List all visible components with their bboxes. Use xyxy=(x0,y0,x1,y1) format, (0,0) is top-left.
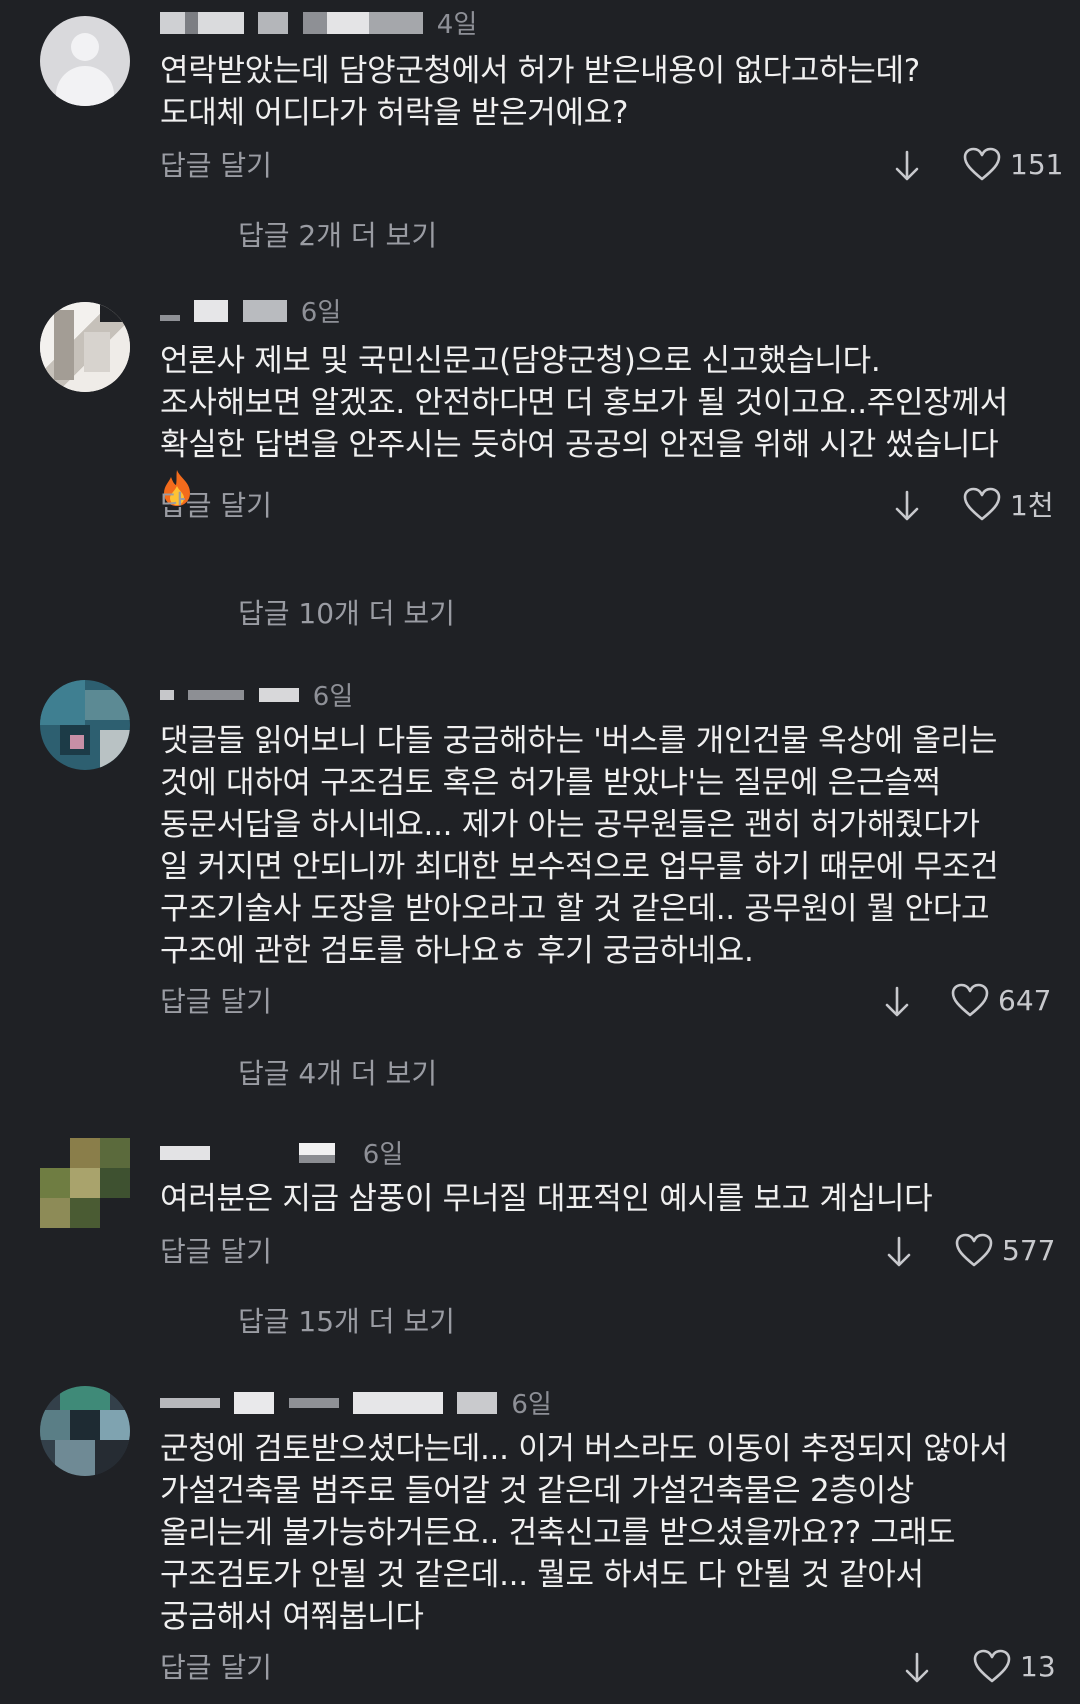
view-more-replies[interactable]: 답글 4개 더 보기 xyxy=(238,1052,437,1092)
reply-button[interactable]: 답글 달기 xyxy=(160,484,272,524)
avatar[interactable] xyxy=(40,1386,130,1476)
reply-button[interactable]: 답글 달기 xyxy=(160,1230,272,1270)
like-count: 577 xyxy=(1002,1233,1056,1267)
username-redacted xyxy=(160,689,174,700)
dislike-arrow-icon[interactable] xyxy=(882,1232,916,1272)
like-button[interactable]: 577 xyxy=(954,1230,1055,1270)
username-redacted xyxy=(160,314,180,321)
avatar[interactable] xyxy=(40,1138,130,1228)
heart-icon xyxy=(955,1233,993,1267)
comment-meta: 6일 xyxy=(160,676,353,712)
view-more-replies[interactable]: 답글 15개 더 보기 xyxy=(238,1300,455,1340)
comment-meta: 6일 xyxy=(160,292,341,328)
comment-time: 6일 xyxy=(312,682,354,712)
comment-time: 6일 xyxy=(300,298,342,328)
username-redacted xyxy=(160,11,244,34)
comment-time: 6일 xyxy=(511,1390,552,1420)
comment-meta: 6일 xyxy=(160,1134,403,1170)
username-redacted xyxy=(160,1397,220,1408)
reply-button[interactable]: 답글 달기 xyxy=(160,144,272,184)
avatar[interactable] xyxy=(40,16,130,106)
like-count: 1천 xyxy=(1010,489,1054,522)
comment-text: 연락받았는데 담양군청에서 허가 받은내용이 없다고하는데? 도대체 어디다가 … xyxy=(160,53,920,131)
comment-time: 6일 xyxy=(362,1140,404,1170)
comment-meta: 6일 xyxy=(160,1384,552,1420)
heart-icon xyxy=(951,983,989,1017)
heart-icon xyxy=(963,147,1001,181)
view-more-replies[interactable]: 답글 2개 더 보기 xyxy=(238,214,437,254)
dislike-arrow-icon[interactable] xyxy=(890,146,924,186)
comment-text: 언론사 제보 및 국민신문고(담양군청)으로 신고했습니다. 조사해보면 알겠죠… xyxy=(160,340,1060,508)
comment-time: 4일 xyxy=(436,10,478,40)
dislike-arrow-icon[interactable] xyxy=(880,982,914,1022)
dislike-arrow-icon[interactable] xyxy=(890,486,924,526)
view-more-replies[interactable]: 답글 10개 더 보기 xyxy=(238,592,455,632)
comment-text: 여러분은 지금 삼풍이 무너질 대표적인 예시를 보고 계십니다 xyxy=(160,1181,933,1217)
comment-text: 군청에 검토받으셨다는데... 이거 버스라도 이동이 추정되지 않아서 가설건… xyxy=(160,1431,1008,1635)
reply-button[interactable]: 답글 달기 xyxy=(160,980,272,1020)
like-button[interactable]: 151 xyxy=(962,144,1063,184)
username-redacted xyxy=(160,1145,210,1160)
like-button[interactable]: 647 xyxy=(950,980,1051,1020)
heart-icon xyxy=(973,1649,1011,1683)
reply-button[interactable]: 답글 달기 xyxy=(160,1646,272,1686)
avatar[interactable] xyxy=(40,680,130,770)
dislike-arrow-icon[interactable] xyxy=(900,1648,934,1688)
like-count: 151 xyxy=(1010,147,1064,181)
like-count: 647 xyxy=(998,983,1052,1017)
like-button[interactable]: 1천 xyxy=(962,484,1054,524)
default-user-icon xyxy=(71,33,99,61)
avatar[interactable] xyxy=(40,302,130,392)
comment-meta: 4일 xyxy=(160,4,477,40)
like-button[interactable]: 13 xyxy=(972,1646,1056,1686)
comment-text: 댓글들 읽어보니 다들 궁금해하는 '버스를 개인건물 옥상에 올리는 것에 대… xyxy=(160,723,999,969)
heart-icon xyxy=(963,487,1001,521)
like-count: 13 xyxy=(1020,1649,1056,1683)
